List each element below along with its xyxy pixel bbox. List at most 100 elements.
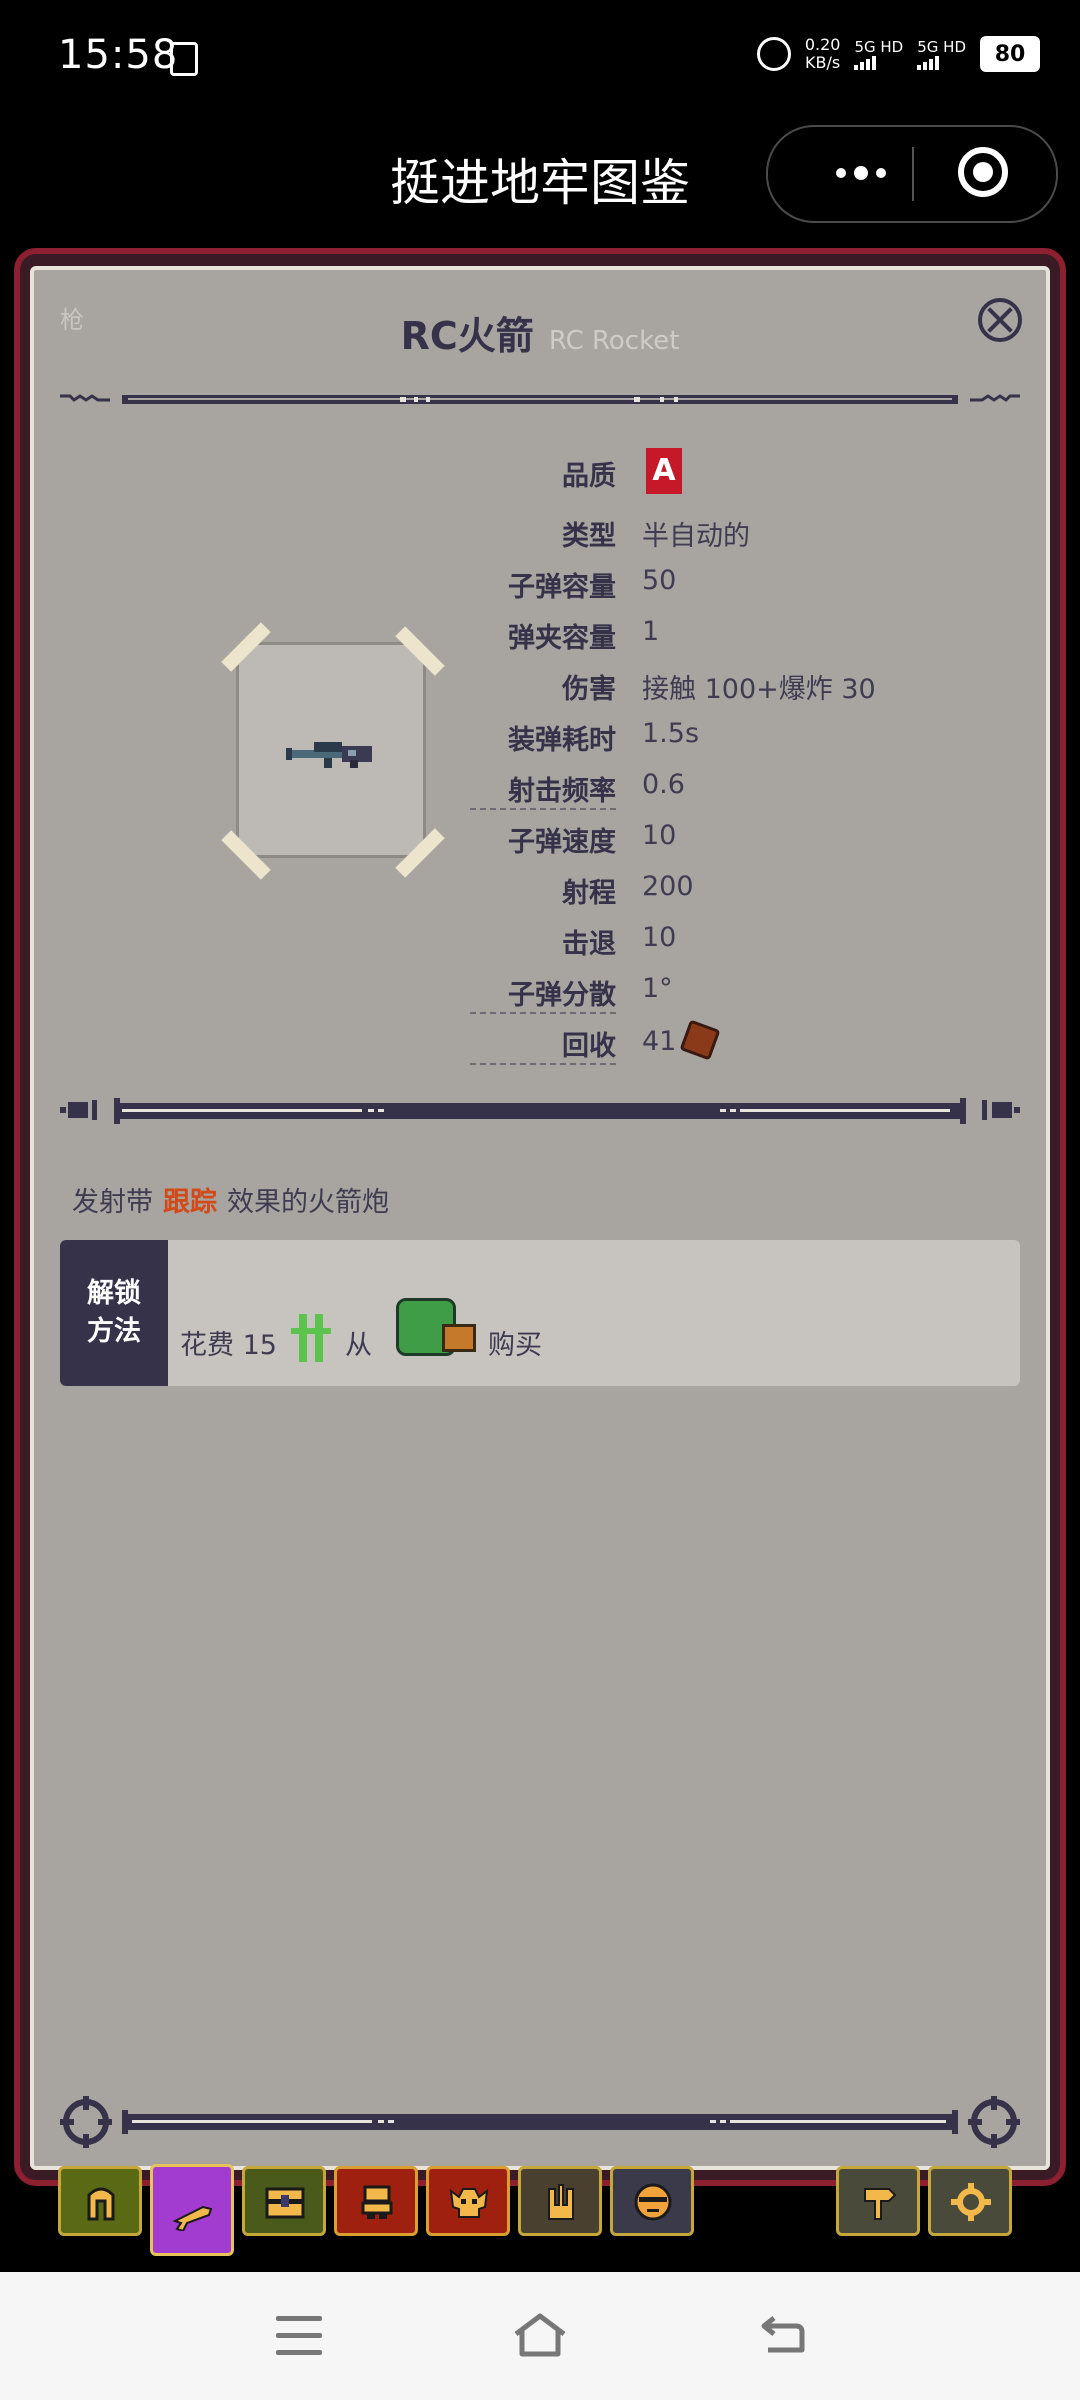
item-title: RC火箭 RC Rocket (0, 305, 1080, 360)
item-description: 发射带 跟踪 效果的火箭炮 (72, 1180, 389, 1219)
item-name-cn: RC火箭 (400, 314, 534, 358)
signal-bars-icon (854, 55, 903, 70)
stat-label: 品质 (562, 461, 616, 492)
unlock-method: 解锁 方法 花费 15 从 购买 (60, 1240, 1020, 1386)
stat-value: 接触 100+爆炸 30 (642, 674, 876, 705)
sim1-label: 5G HD (854, 37, 904, 56)
top-divider (60, 392, 1020, 408)
stat-label: 子弹速度 (508, 827, 616, 858)
stat-row-range: 射程 200 (470, 871, 1030, 911)
hegemony-credit-icon (290, 1314, 331, 1362)
stat-value: 半自动的 (642, 521, 750, 552)
stat-value: 200 (642, 871, 694, 902)
stat-row-sell: 回收 41 (470, 1019, 1030, 1065)
stat-label: 击退 (562, 929, 616, 960)
tab-characters[interactable] (610, 2166, 694, 2236)
status-indicators: 0.20 KB/s 5G HD 5G HD 80 (756, 36, 1040, 72)
enemy-skull-icon (449, 2188, 489, 2218)
tab-guns[interactable] (150, 2164, 234, 2256)
stat-label: 类型 (562, 521, 616, 552)
stat-value: 1° (642, 973, 673, 1004)
merchant-npc-icon[interactable] (386, 1290, 476, 1362)
stat-value: 10 (642, 922, 677, 953)
stat-row-reload: 装弹耗时 1.5s (470, 718, 1030, 758)
stat-value: 1 (642, 616, 660, 647)
bottom-divider (60, 2094, 1020, 2150)
alarm-icon (756, 37, 791, 71)
sim1-signal: 5G HD (854, 37, 904, 70)
middle-divider (60, 1094, 1020, 1128)
stat-label: 伤害 (562, 674, 616, 705)
net-speed: 0.20 KB/s (805, 36, 841, 72)
stat-row-ammo: 子弹容量 50 (470, 565, 1030, 605)
stat-row-quality: 品质 A (470, 448, 1030, 494)
category-tab-bar (56, 2164, 1016, 2258)
stat-label-tooltip[interactable]: 子弹分散 (470, 973, 616, 1014)
menu-icon[interactable] (276, 2316, 322, 2356)
tab-guide[interactable] (836, 2166, 920, 2236)
tab-settings[interactable] (928, 2166, 1012, 2236)
tab-armor[interactable] (58, 2166, 142, 2236)
description-text: 效果的火箭炮 (227, 1187, 389, 1218)
close-miniprogram-icon[interactable] (958, 147, 1008, 197)
notification-icon (170, 42, 198, 76)
tab-enemies[interactable] (426, 2166, 510, 2236)
ornament-divider (60, 394, 1020, 404)
gun-icon (173, 2205, 213, 2231)
helmet-icon (87, 2187, 115, 2221)
sim2-label: 5G HD (917, 37, 966, 56)
item-name-en: RC Rocket (548, 326, 680, 356)
capsule-divider (912, 147, 914, 201)
unlock-header: 解锁 方法 (60, 1240, 168, 1386)
rocket-launcher-icon (286, 742, 372, 768)
stat-label: 弹夹容量 (508, 623, 616, 654)
stat-row-type: 类型 半自动的 (470, 514, 1030, 554)
boss-throne-icon (548, 2184, 574, 2220)
stat-row-clip: 弹夹容量 1 (470, 616, 1030, 656)
unlock-header-line: 方法 (87, 1316, 141, 1347)
unlock-header-line: 解锁 (87, 1278, 141, 1309)
stat-row-damage: 伤害 接触 100+爆炸 30 (470, 667, 1030, 707)
stat-value: 50 (642, 565, 677, 596)
stat-value-wrap: 41 (642, 1019, 721, 1061)
battery-icon: 80 (980, 36, 1040, 72)
stat-value: 1.5s (642, 718, 700, 749)
close-icon[interactable] (978, 298, 1022, 342)
tab-npcs[interactable] (334, 2166, 418, 2236)
sim2-signal: 5G HD (917, 37, 966, 70)
stat-label: 装弹耗时 (508, 725, 616, 756)
ornament-divider (60, 1098, 1020, 1124)
back-icon[interactable] (758, 2314, 806, 2356)
status-time: 15:58 (58, 32, 179, 78)
stat-row-knockback: 击退 10 (470, 922, 1030, 962)
unlock-buy: 购买 (487, 1330, 542, 1361)
ore-currency-icon (679, 1019, 721, 1061)
ornament-divider (60, 2096, 1020, 2148)
unlock-from: 从 (344, 1330, 372, 1361)
title-bar: 挺进地牢图鉴 (0, 115, 1080, 235)
stat-label-tooltip[interactable]: 回收 (470, 1024, 616, 1065)
net-speed-value: 0.20 (804, 35, 841, 54)
stat-value: 41 (642, 1026, 677, 1057)
system-nav-bar (0, 2272, 1080, 2400)
stat-row-firerate: 射击频率 0.6 (470, 769, 1030, 810)
home-icon[interactable] (512, 2312, 568, 2358)
status-bar: 15:58 0.20 KB/s 5G HD 5G HD 80 (0, 0, 1080, 115)
capsule-menu (766, 125, 1058, 223)
description-keyword[interactable]: 跟踪 (163, 1187, 217, 1218)
stat-value: 0.6 (642, 769, 685, 800)
tab-items[interactable] (242, 2166, 326, 2236)
unlock-body: 花费 15 从 购买 (180, 1240, 542, 1386)
description-text: 发射带 (72, 1187, 153, 1218)
stat-label: 射程 (562, 878, 616, 909)
stat-label-tooltip[interactable]: 射击频率 (470, 769, 616, 810)
npc-icon (361, 2185, 393, 2219)
settings-gear-icon (951, 2183, 991, 2221)
quality-badge[interactable]: A (646, 448, 682, 494)
chest-icon (265, 2187, 305, 2219)
signpost-icon (864, 2188, 897, 2220)
tab-bosses[interactable] (518, 2166, 602, 2236)
face-icon (634, 2183, 672, 2221)
stat-value: 10 (642, 820, 677, 851)
more-options-icon[interactable] (816, 155, 906, 191)
